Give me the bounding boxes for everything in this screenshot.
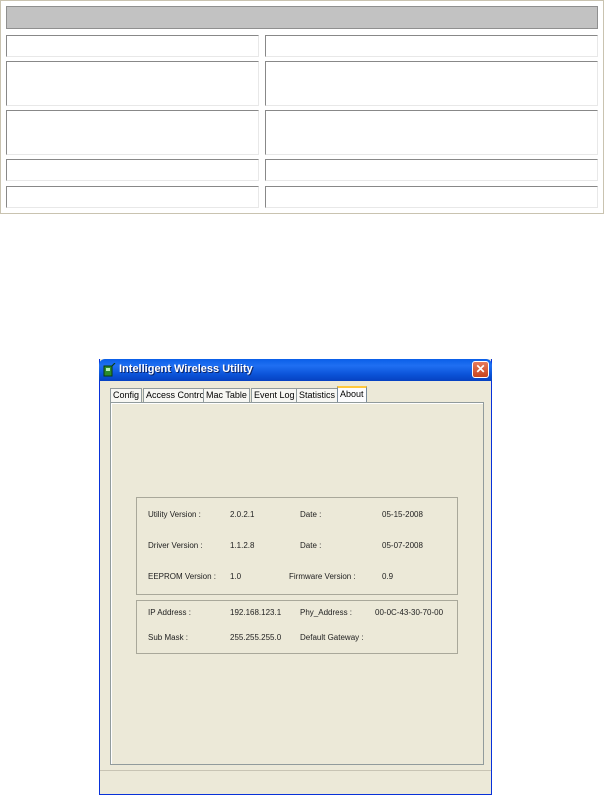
table-cell-r2-c2 (265, 61, 598, 106)
phy-address-label: Phy_Address : (300, 608, 353, 617)
network-info-group: IP Address : 192.168.123.1 Phy_Address :… (136, 600, 458, 654)
table-cell-r5-c1 (6, 186, 259, 208)
phy-address-value: 00-0C-43-30-70-00 (375, 608, 444, 617)
about-panel: Utility Version : 2.0.2.1 Date : 05-15-2… (110, 402, 484, 765)
tab-access-control[interactable]: Access Control (143, 388, 210, 402)
ip-address-value: 192.168.123.1 (230, 608, 282, 617)
default-gateway-label: Default Gateway : (300, 633, 364, 642)
utility-version-label: Utility Version : (148, 510, 201, 519)
table-cell-r3-c2 (265, 110, 598, 155)
table-cell-r1-c1 (6, 35, 259, 57)
eeprom-version-value: 1.0 (230, 572, 242, 581)
tab-statistics[interactable]: Statistics (296, 388, 339, 402)
eeprom-version-label: EEPROM Version : (148, 572, 217, 581)
table-cell-r4-c2 (265, 159, 598, 181)
sub-mask-value: 255.255.255.0 (230, 633, 282, 642)
tab-mac-table[interactable]: Mac Table (203, 388, 250, 402)
driver-date-value: 05-07-2008 (382, 541, 423, 550)
status-bar (100, 770, 491, 795)
utility-date-label: Date : (300, 510, 322, 519)
sub-mask-label: Sub Mask : (148, 633, 189, 642)
info-table (0, 0, 604, 214)
table-cell-r2-c1 (6, 61, 259, 106)
close-icon: ✕ (475, 362, 486, 376)
ip-address-label: IP Address : (148, 608, 191, 617)
utility-version-value: 2.0.2.1 (230, 510, 255, 519)
title-bar[interactable]: Intelligent Wireless Utility ✕ (99, 359, 492, 381)
wireless-app-icon (103, 362, 116, 377)
tab-config[interactable]: Config (110, 388, 143, 402)
version-info-group: Utility Version : 2.0.2.1 Date : 05-15-2… (136, 497, 458, 595)
driver-date-label: Date : (300, 541, 322, 550)
driver-version-value: 1.1.2.8 (230, 541, 255, 550)
firmware-version-label: Firmware Version : (289, 572, 356, 581)
table-cell-r3-c1 (6, 110, 259, 155)
utility-window: Intelligent Wireless Utility ✕ Config Ac… (99, 359, 492, 795)
table-header-row (6, 6, 598, 29)
close-button[interactable]: ✕ (472, 361, 489, 378)
tab-about[interactable]: About (337, 386, 367, 403)
utility-date-value: 05-15-2008 (382, 510, 423, 519)
tab-event-log[interactable]: Event Log (251, 388, 298, 402)
table-cell-r4-c1 (6, 159, 259, 181)
table-cell-r5-c2 (265, 186, 598, 208)
window-title: Intelligent Wireless Utility (119, 363, 253, 375)
driver-version-label: Driver Version : (148, 541, 203, 550)
table-cell-r1-c2 (265, 35, 598, 57)
firmware-version-value: 0.9 (382, 572, 394, 581)
